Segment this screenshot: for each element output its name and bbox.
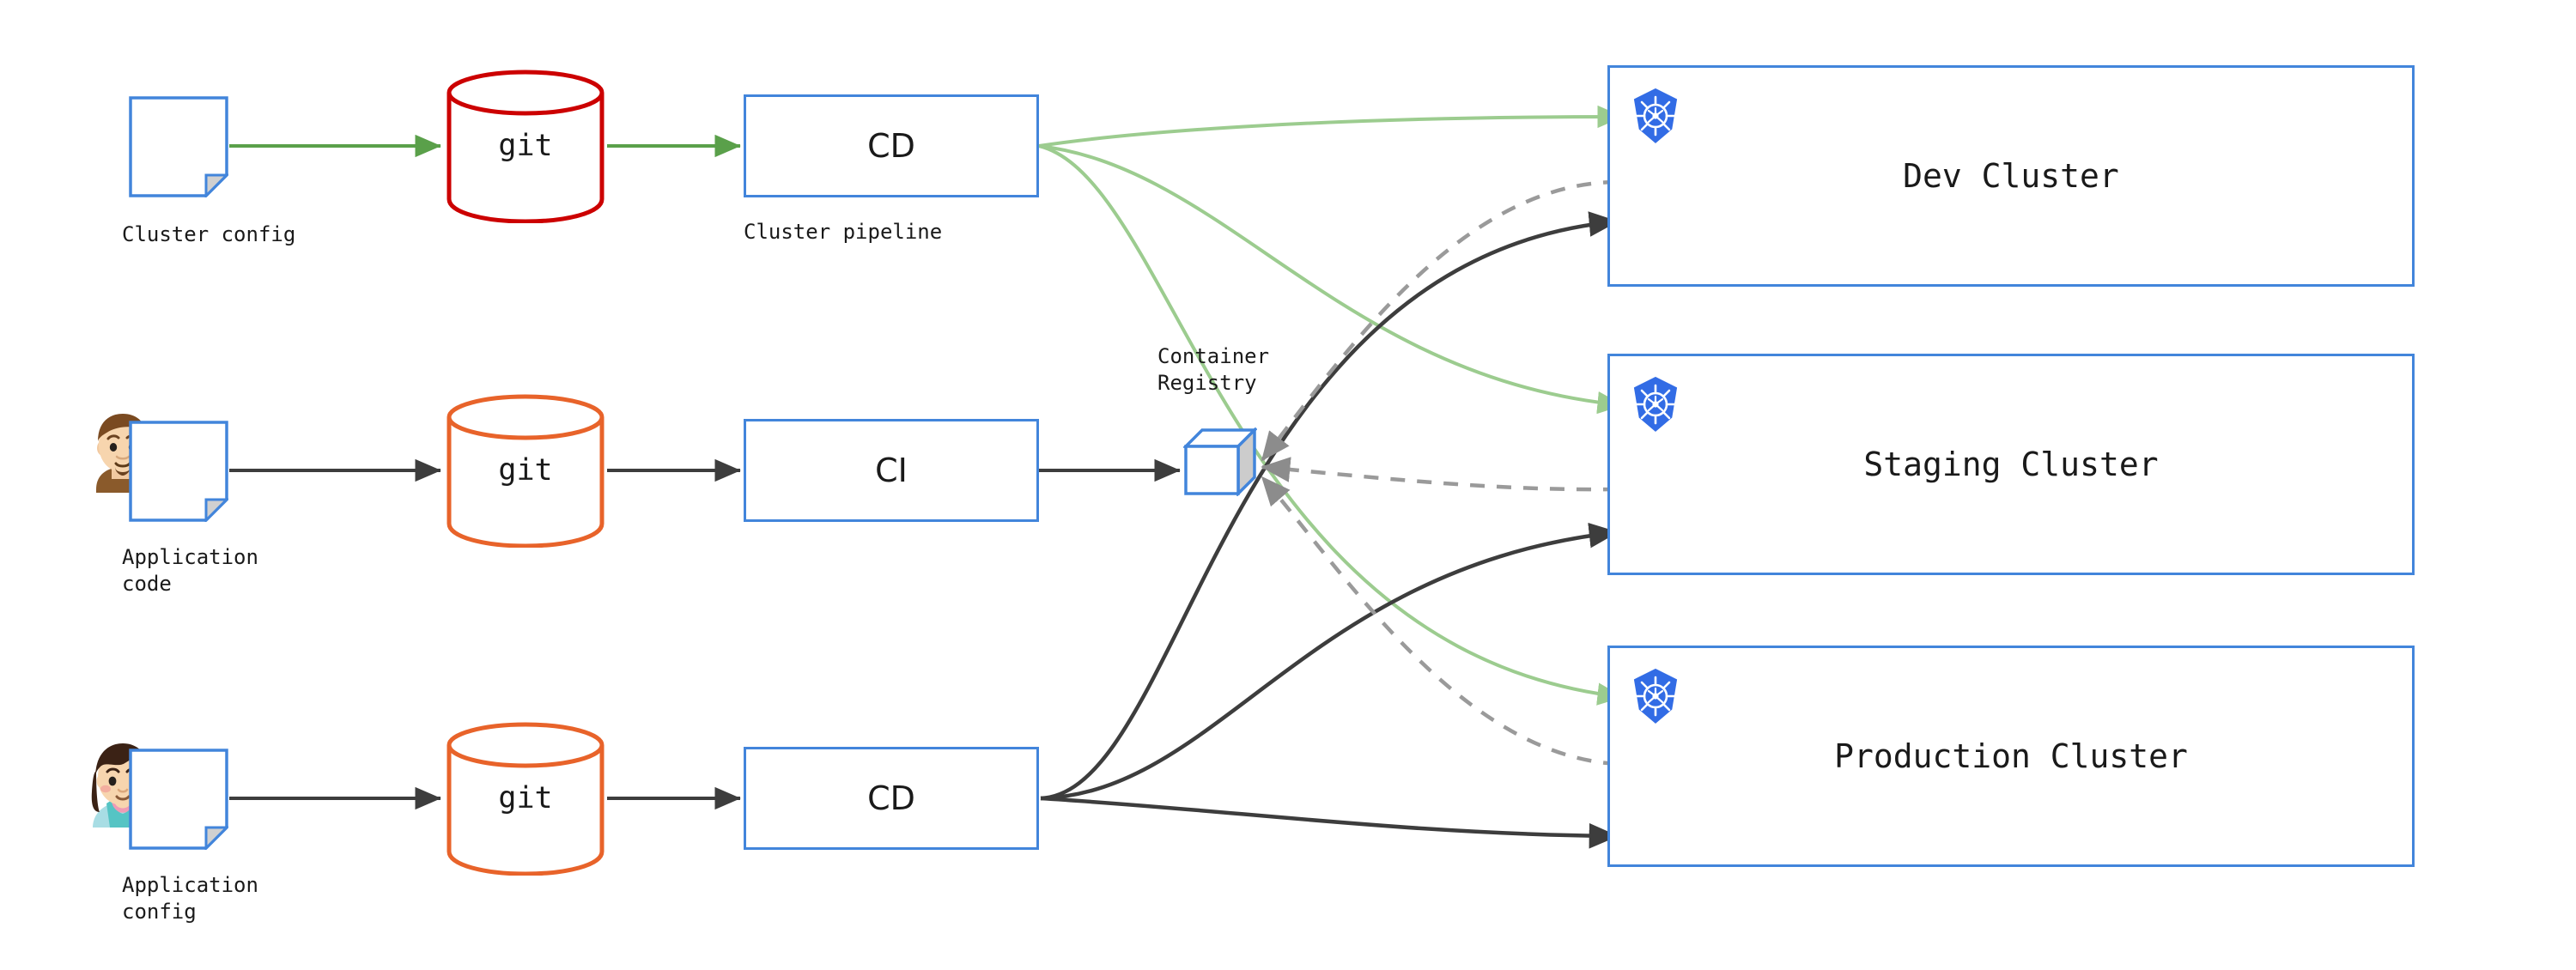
application-code-git-label: git (498, 453, 553, 488)
application-config-document (129, 749, 230, 852)
dev-cluster-box[interactable]: Dev Cluster (1607, 65, 2415, 287)
edge-production-cluster-to-registry (1261, 476, 1619, 767)
cluster-pipeline-caption: Cluster pipeline (744, 220, 943, 244)
edge-cd-to-staging-cluster (1038, 144, 1624, 415)
application-config-cd-label: CD (867, 779, 915, 817)
edge-dev-cluster-to-registry (1261, 179, 1619, 462)
cluster-config-git-repo: git (444, 69, 607, 224)
ci-pipeline-box[interactable]: CI (744, 419, 1039, 522)
application-config-git-repo: git (444, 721, 607, 876)
cluster-pipeline-cd-label: CD (867, 127, 915, 165)
cluster-config-label: Cluster config (122, 222, 296, 246)
kubernetes-icon (1629, 667, 1682, 726)
kubernetes-icon (1629, 87, 1682, 146)
staging-cluster-label: Staging Cluster (1863, 446, 2159, 483)
edge-appconfig-cd-to-production-cluster (1040, 796, 1619, 849)
diagram-canvas: Cluster config git CD Cluster pipeline A… (0, 0, 2576, 970)
kubernetes-icon (1629, 375, 1682, 434)
container-registry-caption: Container Registry (1157, 344, 1270, 396)
edge-appconfig-cd-to-staging-cluster (1040, 522, 1619, 801)
application-config-cd-box[interactable]: CD (744, 747, 1039, 850)
application-code-git-repo: git (444, 393, 607, 549)
application-code-document (129, 421, 230, 524)
production-cluster-label: Production Cluster (1834, 737, 2188, 775)
edge-cd-to-production-cluster (1038, 144, 1624, 706)
container-registry-cube-icon (1182, 426, 1259, 498)
edge-cd-to-dev-cluster (1038, 105, 1624, 148)
application-code-label: Application code (122, 545, 258, 596)
dev-cluster-label: Dev Cluster (1903, 157, 2119, 195)
cluster-pipeline-cd-box[interactable]: CD (744, 94, 1039, 197)
application-config-git-label: git (498, 781, 553, 815)
production-cluster-box[interactable]: Production Cluster (1607, 646, 2415, 867)
application-config-label: Application config (122, 873, 258, 924)
ci-pipeline-label: CI (875, 452, 908, 489)
cluster-config-document (129, 96, 230, 199)
cluster-config-git-label: git (498, 129, 553, 163)
staging-cluster-box[interactable]: Staging Cluster (1607, 354, 2415, 575)
edge-staging-cluster-to-registry (1261, 457, 1619, 492)
edge-appconfig-cd-to-dev-cluster (1040, 211, 1619, 801)
